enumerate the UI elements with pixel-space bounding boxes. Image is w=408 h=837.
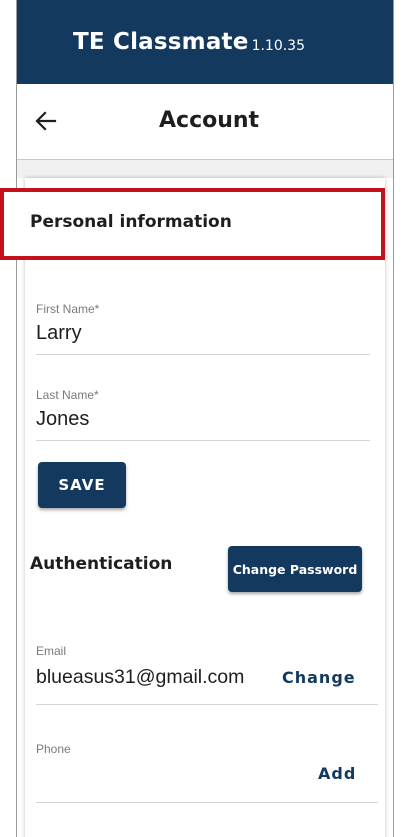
change-password-button[interactable]: Change Password: [228, 546, 362, 592]
phone-underline: [36, 802, 378, 803]
change-password-label: Change Password: [232, 561, 358, 577]
last-name-field[interactable]: Jones: [36, 408, 89, 431]
add-phone-button[interactable]: Add: [318, 764, 356, 783]
page-title: Account: [159, 108, 260, 133]
first-name-field[interactable]: Larry: [36, 322, 82, 345]
content-background: [17, 160, 393, 178]
save-button[interactable]: SAVE: [38, 462, 126, 508]
email-label: Email: [36, 644, 67, 658]
phone-label: Phone: [36, 742, 71, 756]
change-email-button[interactable]: Change: [282, 668, 356, 687]
authentication-heading: Authentication: [30, 554, 173, 574]
arrow-left-icon[interactable]: [35, 110, 57, 132]
personal-information-heading: Personal information: [30, 212, 232, 232]
app-title: TE Classmate: [73, 29, 249, 55]
app-version: 1.10.35: [251, 38, 305, 54]
email-value: blueasus31@gmail.com: [36, 666, 245, 688]
email-underline: [36, 704, 378, 705]
nav-bar: Account: [17, 84, 393, 160]
last-name-label: Last Name*: [36, 388, 99, 402]
first-name-underline: [36, 354, 370, 355]
last-name-underline: [36, 440, 370, 441]
first-name-label: First Name*: [36, 302, 100, 316]
app-header: TE Classmate 1.10.35: [17, 0, 393, 84]
